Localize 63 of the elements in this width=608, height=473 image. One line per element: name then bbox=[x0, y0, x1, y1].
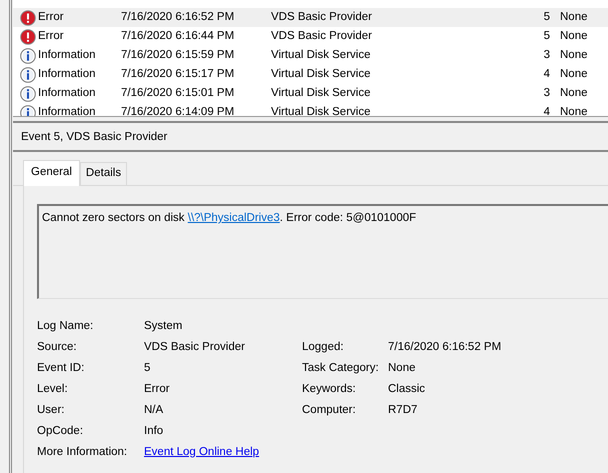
level-text: Error bbox=[38, 28, 64, 44]
field-label: More Information: bbox=[37, 446, 128, 458]
date-text: 7/16/2020 6:15:17 PM bbox=[121, 68, 234, 80]
level-text: Information bbox=[38, 104, 96, 116]
task-category-text: None bbox=[560, 68, 588, 80]
field-label: Log Name: bbox=[37, 320, 94, 332]
level-text: Information bbox=[38, 86, 96, 101]
event-row[interactable]: Information 7/16/2020 6:15:59 PM Virtual Disk Service 3 None bbox=[13, 46, 608, 65]
task-category-text: None bbox=[560, 86, 588, 99]
source-text: Virtual Disk Service bbox=[271, 48, 370, 61]
date-text: 7/16/2020 6:16:52 PM bbox=[121, 10, 234, 23]
source-text: Virtual Disk Service bbox=[271, 86, 370, 99]
source-text: VDS Basic Provider bbox=[271, 10, 372, 23]
field-value: 5 bbox=[144, 362, 150, 374]
tab[interactable]: General bbox=[23, 160, 80, 186]
event-id-text: 5 bbox=[544, 30, 550, 42]
field-label: Event ID: bbox=[37, 362, 84, 374]
event-id-text: 3 bbox=[544, 48, 550, 61]
field-label: Logged: bbox=[302, 340, 344, 353]
field-value: Info bbox=[144, 424, 164, 437]
date-text: 7/16/2020 6:16:44 PM bbox=[121, 30, 234, 42]
source-text: Virtual Disk Service bbox=[271, 106, 370, 116]
event-row[interactable]: Information 7/16/2020 6:15:17 PM Virtual Disk Service 4 None bbox=[13, 65, 608, 84]
task-category-text: None bbox=[560, 30, 588, 42]
field-value: VDS Basic Provider bbox=[144, 340, 245, 353]
pane-title: Event 5, VDS Basic Provider bbox=[21, 130, 168, 142]
field-label: Keywords: bbox=[302, 382, 356, 395]
field-value: Error bbox=[144, 382, 170, 395]
field-label: Level: bbox=[37, 382, 68, 395]
level-text: Error bbox=[38, 10, 64, 25]
drive-link[interactable]: \\?\PhysicalDrive3 bbox=[188, 212, 280, 224]
date-text: 7/16/2020 6:15:59 PM bbox=[121, 48, 234, 61]
field-value: R7D7 bbox=[388, 404, 418, 416]
help-link[interactable]: Event Log Online Help bbox=[144, 446, 260, 458]
field-value: Classic bbox=[388, 382, 426, 395]
level-text: Information bbox=[38, 48, 96, 63]
event-id-text: 4 bbox=[544, 68, 550, 80]
event-id-text: 3 bbox=[544, 86, 550, 99]
task-category-text: None bbox=[560, 10, 588, 23]
event-id-text: 4 bbox=[544, 106, 550, 116]
event-row[interactable]: Error 7/16/2020 6:16:52 PM VDS Basic Provider 5 None bbox=[13, 8, 608, 27]
task-category-text: None bbox=[560, 48, 588, 61]
field-label: User: bbox=[37, 404, 64, 416]
field-value: None bbox=[388, 362, 416, 374]
field-label: Source: bbox=[37, 340, 77, 353]
task-category-text: None bbox=[560, 106, 588, 116]
date-text: 7/16/2020 6:14:09 PM bbox=[121, 106, 234, 116]
field-label: Task Category: bbox=[302, 362, 379, 374]
event-row[interactable]: Information 7/16/2020 6:15:01 PM Virtual Disk Service 3 None bbox=[13, 84, 608, 103]
date-text: 7/16/2020 6:15:01 PM bbox=[121, 86, 234, 99]
field-value: N/A bbox=[144, 404, 164, 416]
tab[interactable]: Details bbox=[80, 162, 128, 185]
field-label: OpCode: bbox=[37, 424, 84, 437]
level-text: Information bbox=[38, 66, 96, 82]
field-value: 7/16/2020 6:16:52 PM bbox=[388, 340, 502, 353]
event-id-text: 5 bbox=[544, 10, 550, 23]
field-value: System bbox=[144, 320, 182, 332]
field-label: Computer: bbox=[302, 404, 356, 416]
event-row[interactable]: Error 7/16/2020 6:16:44 PM VDS Basic Provider 5 None bbox=[13, 27, 608, 46]
message-text: . Error code: 5@0101000F bbox=[280, 212, 416, 224]
source-text: Virtual Disk Service bbox=[271, 68, 370, 80]
message-text: Cannot zero sectors on disk bbox=[42, 212, 186, 224]
source-text: VDS Basic Provider bbox=[271, 30, 372, 42]
